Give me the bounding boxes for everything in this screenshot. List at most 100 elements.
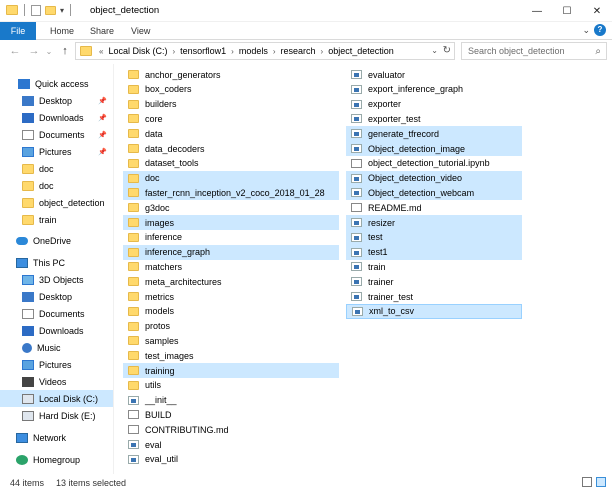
file-list-item[interactable]: protos — [123, 319, 339, 334]
desktop-icon — [22, 95, 34, 106]
tab-share[interactable]: Share — [90, 22, 114, 40]
file-list-item[interactable]: metrics — [123, 289, 339, 304]
breadcrumb-models[interactable]: models — [239, 46, 268, 56]
search-input[interactable]: Search object_detection ⌕ — [461, 42, 607, 60]
nav-item[interactable]: Local Disk (C:) — [0, 390, 113, 407]
chevron-right-icon[interactable]: › — [273, 47, 276, 56]
nav-item[interactable]: Documents 📌 — [0, 126, 113, 143]
nav-item[interactable]: Pictures 📌 — [0, 143, 113, 160]
file-list-item[interactable]: samples — [123, 333, 339, 348]
file-list-item[interactable]: eval_util — [123, 452, 339, 467]
breadcrumb-research[interactable]: research — [281, 46, 316, 56]
nav-item[interactable]: Videos — [0, 373, 113, 390]
file-list-item[interactable]: evaluator — [346, 67, 522, 82]
nav-item[interactable]: Desktop — [0, 288, 113, 305]
file-list-item[interactable]: data_decoders — [123, 141, 339, 156]
file-list-item[interactable]: train — [346, 259, 522, 274]
chevron-right-icon[interactable]: › — [172, 47, 175, 56]
nav-item[interactable]: Music — [0, 339, 113, 356]
file-list-item[interactable]: g3doc — [123, 200, 339, 215]
file-list-item[interactable]: inference — [123, 230, 339, 245]
help-icon[interactable]: ? — [594, 24, 606, 36]
maximize-button[interactable]: ☐ — [552, 0, 582, 22]
file-list-item[interactable]: README.md — [346, 200, 522, 215]
file-list-item[interactable]: faster_rcnn_inception_v2_coco_2018_01_28 — [123, 185, 339, 201]
nav-item[interactable]: Downloads — [0, 322, 113, 339]
address-dropdown-icon[interactable]: ⌄ — [431, 46, 438, 55]
file-list-item[interactable]: builders — [123, 97, 339, 112]
forward-button[interactable]: → — [27, 43, 41, 59]
breadcrumb-object-detection[interactable]: object_detection — [328, 46, 394, 56]
file-list-item[interactable]: xml_to_csv — [346, 303, 522, 319]
file-list-item[interactable]: matchers — [123, 259, 339, 274]
nav-item[interactable]: Homegroup — [0, 451, 113, 468]
nav-item[interactable]: OneDrive — [0, 232, 113, 249]
file-list-item[interactable]: anchor_generators — [123, 67, 339, 82]
back-button[interactable]: ← — [8, 43, 22, 59]
file-list-item[interactable]: Object_detection_image — [346, 141, 522, 156]
nav-item[interactable]: doc — [0, 177, 113, 194]
nav-item[interactable]: Documents — [0, 305, 113, 322]
file-list-item[interactable]: test_images — [123, 348, 339, 363]
file-name: training — [145, 365, 175, 376]
nav-item[interactable]: Desktop 📌 — [0, 92, 113, 109]
file-list-item[interactable]: data — [123, 126, 339, 141]
nav-item[interactable]: 3D Objects — [0, 271, 113, 288]
close-button[interactable]: ✕ — [582, 0, 612, 22]
recent-locations-button[interactable]: ⌄ — [45, 43, 53, 59]
file-list-item[interactable]: Object_detection_video — [346, 170, 522, 186]
file-list-item[interactable]: exporter — [346, 97, 522, 112]
nav-item[interactable]: train — [0, 211, 113, 228]
file-list-item[interactable]: dataset_tools — [123, 156, 339, 171]
nav-item[interactable]: Quick access — [0, 75, 113, 92]
file-list-item[interactable]: doc — [123, 170, 339, 186]
file-list-item[interactable]: test1 — [346, 244, 522, 260]
file-list-item[interactable]: test — [346, 229, 522, 245]
nav-item[interactable]: Hard Disk (E:) — [0, 407, 113, 424]
large-icons-view-icon[interactable] — [596, 477, 606, 487]
breadcrumb-local-disk[interactable]: Local Disk (C:) — [108, 46, 167, 56]
nav-item[interactable]: Network — [0, 429, 113, 446]
file-list-item[interactable]: training — [123, 363, 339, 378]
minimize-button[interactable]: — — [522, 0, 552, 22]
file-list-item[interactable]: utils — [123, 378, 339, 393]
file-list-item[interactable]: meta_architectures — [123, 274, 339, 289]
file-list-item[interactable]: generate_tfrecord — [346, 126, 522, 142]
file-list-item[interactable]: resizer — [346, 215, 522, 230]
chevron-right-icon[interactable]: › — [321, 47, 324, 56]
properties-icon[interactable] — [31, 4, 41, 16]
nav-item[interactable]: Pictures — [0, 356, 113, 373]
address-bar[interactable]: « Local Disk (C:) › tensorflow1 › models… — [75, 42, 455, 60]
file-list-item[interactable]: core — [123, 111, 339, 126]
expand-ribbon-icon[interactable]: ⌄ — [582, 25, 590, 36]
up-button[interactable]: ↑ — [58, 43, 72, 59]
tab-home[interactable]: Home — [50, 22, 74, 40]
tab-view[interactable]: View — [131, 22, 150, 40]
file-list-item[interactable]: exporter_test — [346, 111, 522, 126]
file-list-item[interactable]: box_coders — [123, 82, 339, 97]
breadcrumb-tensorflow1[interactable]: tensorflow1 — [180, 46, 226, 56]
file-list-item[interactable]: __init__ — [123, 393, 339, 408]
file-list-item[interactable]: object_detection_tutorial.ipynb — [346, 156, 522, 171]
tab-file[interactable]: File — [0, 22, 36, 40]
chevron-right-icon[interactable]: › — [231, 47, 234, 56]
nav-item-label: Quick access — [35, 78, 89, 89]
nav-item[interactable]: This PC — [0, 254, 113, 271]
customize-toolbar-icon[interactable]: ▾ — [60, 6, 64, 15]
file-list-item[interactable]: inference_graph — [123, 244, 339, 260]
file-list-item[interactable]: models — [123, 304, 339, 319]
details-view-icon[interactable] — [582, 477, 592, 487]
file-list-item[interactable]: CONTRIBUTING.md — [123, 422, 339, 437]
file-list-item[interactable]: export_inference_graph — [346, 82, 522, 97]
file-list-item[interactable]: BUILD — [123, 407, 339, 422]
nav-item[interactable]: object_detection — [0, 194, 113, 211]
new-folder-icon[interactable] — [45, 5, 56, 15]
file-list-item[interactable]: eval — [123, 437, 339, 452]
file-list-item[interactable]: images — [123, 215, 339, 230]
refresh-icon[interactable]: ↻ — [443, 45, 451, 56]
file-list-item[interactable]: Object_detection_webcam — [346, 185, 522, 201]
nav-item[interactable]: Downloads 📌 — [0, 109, 113, 126]
nav-item[interactable]: doc — [0, 160, 113, 177]
file-list-item[interactable]: trainer_test — [346, 289, 522, 304]
file-list-item[interactable]: trainer — [346, 274, 522, 289]
